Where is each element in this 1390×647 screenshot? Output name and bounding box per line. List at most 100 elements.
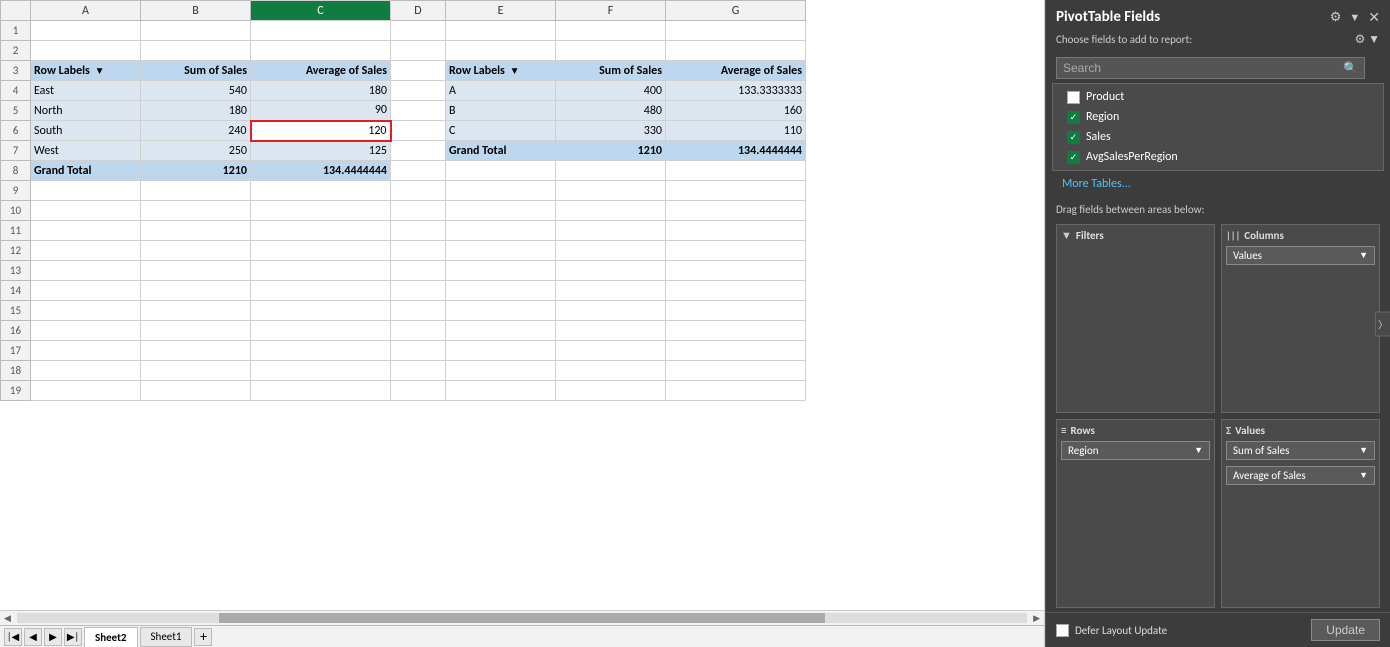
sheet-nav-next[interactable]: ▶ xyxy=(44,628,62,646)
cell-c7[interactable]: 125 xyxy=(251,141,391,161)
pivot-field-checkbox-product[interactable] xyxy=(1067,91,1080,104)
sheet-tab-sheet2[interactable]: Sheet2 xyxy=(84,627,138,647)
cell-d6[interactable] xyxy=(391,121,446,141)
sheet-tab-sheet1[interactable]: Sheet1 xyxy=(140,627,193,647)
pivot-field-checkbox-region[interactable] xyxy=(1067,111,1080,124)
cell-g4[interactable]: 133.3333333 xyxy=(666,81,806,101)
cell-e8[interactable] xyxy=(446,161,556,181)
cell-a4[interactable]: East xyxy=(31,81,141,101)
cell-d1[interactable] xyxy=(391,21,446,41)
pivot-settings-icon[interactable]: ⚙ xyxy=(1330,10,1342,25)
col-header-d[interactable]: D xyxy=(391,1,446,21)
cell-g5[interactable]: 160 xyxy=(666,101,806,121)
defer-checkbox[interactable] xyxy=(1056,624,1069,637)
cell-a7[interactable]: West xyxy=(31,141,141,161)
cell-b3[interactable]: Sum of Sales xyxy=(141,61,251,81)
pivot-average-of-sales-item[interactable]: Average of Sales ▼ xyxy=(1226,466,1375,485)
sheet-nav-prev[interactable]: ◀ xyxy=(24,628,42,646)
pivot-values-title: Σ Values xyxy=(1226,424,1375,437)
pivot-rows-region-item[interactable]: Region ▼ xyxy=(1061,441,1210,460)
cell-f7[interactable]: 1210 xyxy=(556,141,666,161)
cell-e6[interactable]: C xyxy=(446,121,556,141)
pivot-field-product[interactable]: Product xyxy=(1063,88,1373,106)
cell-a1[interactable] xyxy=(31,21,141,41)
pivot-filters-area: ▼ Filters xyxy=(1056,224,1215,413)
cell-f4[interactable]: 400 xyxy=(556,81,666,101)
cell-b5[interactable]: 180 xyxy=(141,101,251,121)
pivot-search-input[interactable] xyxy=(1056,57,1365,79)
scroll-left-btn[interactable]: ◀ xyxy=(2,613,13,624)
table-row: 6 South 240 120 C 330 110 xyxy=(1,121,806,141)
cell-a5[interactable]: North xyxy=(31,101,141,121)
cell-d4[interactable] xyxy=(391,81,446,101)
cell-d5[interactable] xyxy=(391,101,446,121)
pivot-sum-of-sales-item[interactable]: Sum of Sales ▼ xyxy=(1226,441,1375,460)
cell-b8[interactable]: 1210 xyxy=(141,161,251,181)
cell-c4[interactable]: 180 xyxy=(251,81,391,101)
cell-d7[interactable] xyxy=(391,141,446,161)
cell-g1[interactable] xyxy=(666,21,806,41)
add-sheet-button[interactable]: + xyxy=(194,628,212,646)
h-scrollbar[interactable] xyxy=(17,613,1027,623)
cell-a3[interactable]: Row Labels ▼ xyxy=(31,61,141,81)
pivot-dropdown-icon[interactable]: ▼ xyxy=(1349,11,1360,24)
cell-c1[interactable] xyxy=(251,21,391,41)
pivot-field-sales[interactable]: Sales xyxy=(1063,128,1373,146)
pivot-columns-values-item[interactable]: Values ▼ xyxy=(1226,246,1375,265)
cell-b7[interactable]: 250 xyxy=(141,141,251,161)
cell-d8[interactable] xyxy=(391,161,446,181)
scroll-right-btn[interactable]: ▶ xyxy=(1031,613,1042,624)
cell-e2[interactable] xyxy=(446,41,556,61)
cell-g3[interactable]: Average of Sales xyxy=(666,61,806,81)
more-tables-link[interactable]: More Tables... xyxy=(1052,173,1384,195)
pivot-columns-area: ||| Columns Values ▼ xyxy=(1221,224,1380,413)
cell-e4[interactable]: A xyxy=(446,81,556,101)
cell-f5[interactable]: 480 xyxy=(556,101,666,121)
cell-c6[interactable]: 120 xyxy=(251,121,391,141)
sheet-nav-first[interactable]: |◀ xyxy=(4,628,22,646)
pivot-field-avgsalesperregion[interactable]: AvgSalesPerRegion xyxy=(1063,148,1373,166)
cell-b2[interactable] xyxy=(141,41,251,61)
cell-d2[interactable] xyxy=(391,41,446,61)
sheet-nav-last[interactable]: ▶| xyxy=(64,628,82,646)
col-header-c[interactable]: C xyxy=(251,1,391,21)
cell-b4[interactable]: 540 xyxy=(141,81,251,101)
pivot-field-region[interactable]: Region xyxy=(1063,108,1373,126)
col-header-a[interactable]: A xyxy=(31,1,141,21)
cell-f2[interactable] xyxy=(556,41,666,61)
cell-c8[interactable]: 134.4444444 xyxy=(251,161,391,181)
cell-a6[interactable]: South xyxy=(31,121,141,141)
panel-expand-arrow[interactable]: 〉 xyxy=(1375,311,1390,336)
cell-c5[interactable]: 90 xyxy=(251,101,391,121)
cell-c2[interactable] xyxy=(251,41,391,61)
col-header-g[interactable]: G xyxy=(666,1,806,21)
cell-e1[interactable] xyxy=(446,21,556,41)
cell-f6[interactable]: 330 xyxy=(556,121,666,141)
cell-g6[interactable]: 110 xyxy=(666,121,806,141)
cell-a8[interactable]: Grand Total xyxy=(31,161,141,181)
pivot-close-icon[interactable]: ✕ xyxy=(1368,9,1380,26)
cell-g2[interactable] xyxy=(666,41,806,61)
cell-e7[interactable]: Grand Total xyxy=(446,141,556,161)
cell-a2[interactable] xyxy=(31,41,141,61)
pivot-field-checkbox-sales[interactable] xyxy=(1067,131,1080,144)
pivot-options-icon[interactable]: ⚙ ▼ xyxy=(1355,32,1380,47)
cell-g8[interactable] xyxy=(666,161,806,181)
col-header-e[interactable]: E xyxy=(446,1,556,21)
cell-f3[interactable]: Sum of Sales xyxy=(556,61,666,81)
update-button[interactable]: Update xyxy=(1311,619,1380,641)
cell-b6[interactable]: 240 xyxy=(141,121,251,141)
cell-d3[interactable] xyxy=(391,61,446,81)
col-header-b[interactable]: B xyxy=(141,1,251,21)
h-scrollbar-thumb[interactable] xyxy=(219,613,825,623)
pivot-field-checkbox-avgsales[interactable] xyxy=(1067,151,1080,164)
grid-container[interactable]: A B C D E F G 1 xyxy=(0,0,1044,610)
cell-e5[interactable]: B xyxy=(446,101,556,121)
cell-f1[interactable] xyxy=(556,21,666,41)
cell-e3[interactable]: Row Labels ▼ xyxy=(446,61,556,81)
cell-g7[interactable]: 134.4444444 xyxy=(666,141,806,161)
col-header-f[interactable]: F xyxy=(556,1,666,21)
cell-b1[interactable] xyxy=(141,21,251,41)
cell-f8[interactable] xyxy=(556,161,666,181)
cell-c3[interactable]: Average of Sales xyxy=(251,61,391,81)
